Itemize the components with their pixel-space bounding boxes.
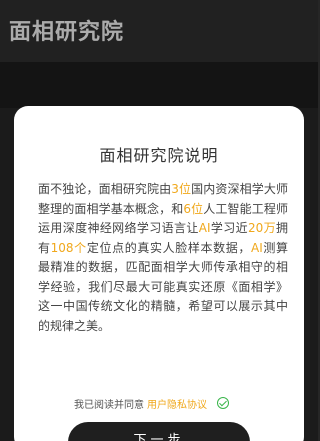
body-text-segment: 定位点的真实人脸样本数据， [86, 240, 251, 255]
highlight-text: 108个 [50, 240, 87, 255]
highlight-text: 6位 [183, 201, 204, 216]
modal-title: 面相研究院说明 [99, 146, 219, 165]
highlight-text: 3位 [171, 182, 192, 196]
privacy-policy-link[interactable]: 用户隐私协议 [147, 396, 207, 411]
agree-text: 我已阅读并同意 [74, 399, 144, 411]
agreement-row: 我已阅读并同意 用户隐私协议 [74, 395, 229, 411]
instruction-modal: 面相研究院说明 面不独论，面相研究院由3位国内资深相学大师整理的面相学基本概念，… [14, 106, 304, 441]
next-step-button[interactable]: 下一步 [68, 422, 250, 441]
highlight-text: 20万 [247, 221, 276, 235]
check-circle-icon[interactable] [217, 397, 229, 409]
highlight-text: AI [250, 240, 263, 255]
body-text-segment: 面不独论，面相研究院由 [38, 182, 172, 196]
highlight-text: AI [198, 221, 211, 235]
modal-body-text: 面不独论，面相研究院由3位国内资深相学大师整理的面相学基本概念，和6位人工智能工… [38, 180, 288, 336]
body-text-segment: 学习近 [210, 221, 248, 235]
